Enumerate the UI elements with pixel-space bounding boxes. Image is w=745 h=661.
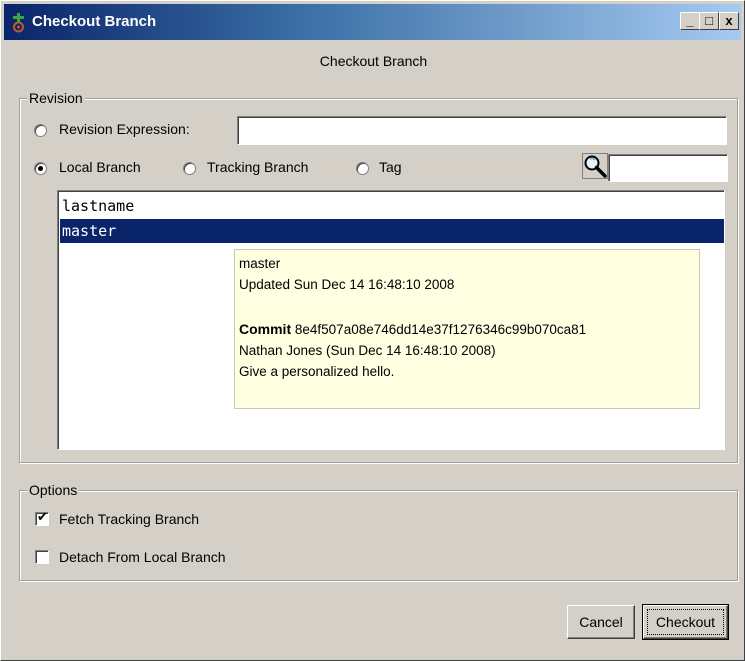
options-legend: Options <box>27 482 80 498</box>
tag-radio[interactable] <box>356 162 369 175</box>
close-button[interactable]: x <box>719 12 739 30</box>
radio-selected-dot <box>38 166 43 171</box>
tooltip-branch-name: master <box>239 256 281 271</box>
tooltip-author: Nathan Jones (Sun Dec 14 16:48:10 2008) <box>239 343 496 358</box>
detach-label: Detach From Local Branch <box>59 549 226 565</box>
tooltip-commit-label: Commit <box>239 321 292 337</box>
fetch-tracking-label: Fetch Tracking Branch <box>59 511 200 527</box>
window-title: Checkout Branch <box>32 13 157 30</box>
branch-filter-input[interactable] <box>608 154 728 182</box>
minimize-button[interactable]: _ <box>680 12 700 30</box>
list-item[interactable]: master <box>60 219 724 243</box>
tag-label: Tag <box>379 159 402 175</box>
fetch-tracking-checkbox[interactable]: ✔ <box>35 510 49 526</box>
tooltip-commit-hash: 8e4f507a08e746dd14e37f1276346c99b070ca81 <box>294 322 587 337</box>
options-group <box>19 490 738 581</box>
maximize-button[interactable]: □ <box>699 12 719 30</box>
git-branch-icon <box>13 13 24 33</box>
list-item[interactable]: lastname <box>60 194 724 218</box>
title-bar[interactable]: Checkout Branch _ □ x <box>4 4 741 40</box>
tooltip-updated: Updated Sun Dec 14 16:48:10 2008 <box>239 277 455 292</box>
detach-checkbox[interactable] <box>35 550 49 564</box>
revision-expression-label: Revision Expression: <box>59 121 190 137</box>
local-branch-radio[interactable] <box>34 162 47 175</box>
tracking-branch-radio[interactable] <box>183 162 196 175</box>
focus-rect <box>647 609 724 635</box>
checkout-button[interactable]: Checkout <box>642 604 729 640</box>
revision-legend: Revision <box>27 90 85 106</box>
dialog-heading: Checkout Branch <box>319 53 428 69</box>
checkmark-icon: ✔ <box>37 510 48 525</box>
checkout-branch-dialog: Checkout Branch _ □ x Checkout Branch Re… <box>0 0 745 661</box>
cancel-button[interactable]: Cancel <box>567 605 635 639</box>
tracking-branch-label: Tracking Branch <box>207 159 309 175</box>
tooltip-message: Give a personalized hello. <box>239 364 395 379</box>
revision-expression-radio[interactable] <box>34 124 47 137</box>
branch-info-tooltip: master Updated Sun Dec 14 16:48:10 2008 … <box>234 249 700 409</box>
search-magnifier-icon[interactable] <box>582 153 608 179</box>
revision-expression-input[interactable] <box>237 116 727 145</box>
tooltip-commit-line: Commit 8e4f507a08e746dd14e37f1276346c99b… <box>239 321 586 337</box>
local-branch-label: Local Branch <box>59 159 141 175</box>
